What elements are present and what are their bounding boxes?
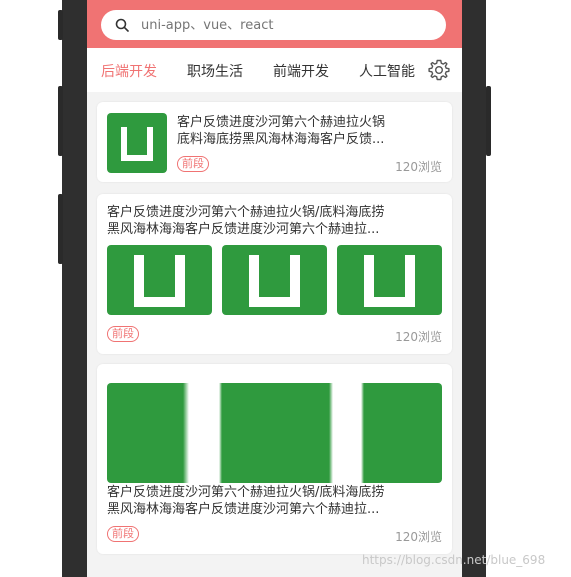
category-tabs: 后端开发 职场生活 前端开发 人工智能 (87, 48, 462, 92)
thumbnail-image (107, 245, 212, 315)
phone-side-button (58, 194, 63, 264)
tag-badge: 前段 (107, 526, 139, 542)
tab-frontend-dev[interactable]: 前端开发 (273, 61, 329, 81)
watermark-text: https://blog.csdn.net/blue_698 (362, 553, 546, 567)
list-item[interactable]: 客户反馈进度沙河第六个赫迪拉火锅/底料海底捞 黑风海林海海客户反馈进度沙河第六个… (97, 194, 452, 354)
tab-workplace-life[interactable]: 职场生活 (187, 61, 243, 81)
thumbnail-image (337, 245, 442, 315)
tab-ai[interactable]: 人工智能 (359, 61, 419, 81)
settings-gear-icon[interactable] (427, 58, 451, 82)
phone-side-button (58, 10, 63, 40)
view-count: 120浏览 (395, 530, 442, 544)
phone-side-button (486, 86, 491, 156)
thumbnail-image (222, 245, 327, 315)
app-screen: 后端开发 职场生活 前端开发 人工智能 客户反馈进度沙河第六个赫迪拉火锅 底料海… (87, 0, 462, 577)
list-item[interactable]: 客户反馈进度沙河第六个赫迪拉火锅/底料海底捞 黑风海林海海客户反馈进度沙河第六个… (97, 364, 452, 554)
tab-backend-dev[interactable]: 后端开发 (101, 61, 157, 81)
thumbnail-image (107, 113, 167, 173)
search-input[interactable] (139, 16, 423, 34)
search-header (87, 0, 462, 48)
search-icon (113, 16, 131, 34)
article-title: 客户反馈进度沙河第六个赫迪拉火锅/底料海底捞 黑风海林海海客户反馈进度沙河第六个… (107, 205, 385, 237)
article-title: 客户反馈进度沙河第六个赫迪拉火锅 底料海底捞黑风海林海海客户反馈... (177, 115, 386, 147)
view-count: 120浏览 (395, 160, 442, 174)
tag-badge: 前段 (107, 326, 139, 342)
view-count: 120浏览 (395, 330, 442, 344)
search-bar[interactable] (101, 10, 446, 40)
list-item[interactable]: 客户反馈进度沙河第六个赫迪拉火锅 底料海底捞黑风海林海海客户反馈... 前段 1… (97, 102, 452, 182)
phone-side-button (58, 86, 63, 156)
article-title: 客户反馈进度沙河第六个赫迪拉火锅/底料海底捞 黑风海林海海客户反馈进度沙河第六个… (107, 485, 385, 517)
tag-badge: 前段 (177, 156, 209, 172)
banner-image (107, 383, 442, 483)
